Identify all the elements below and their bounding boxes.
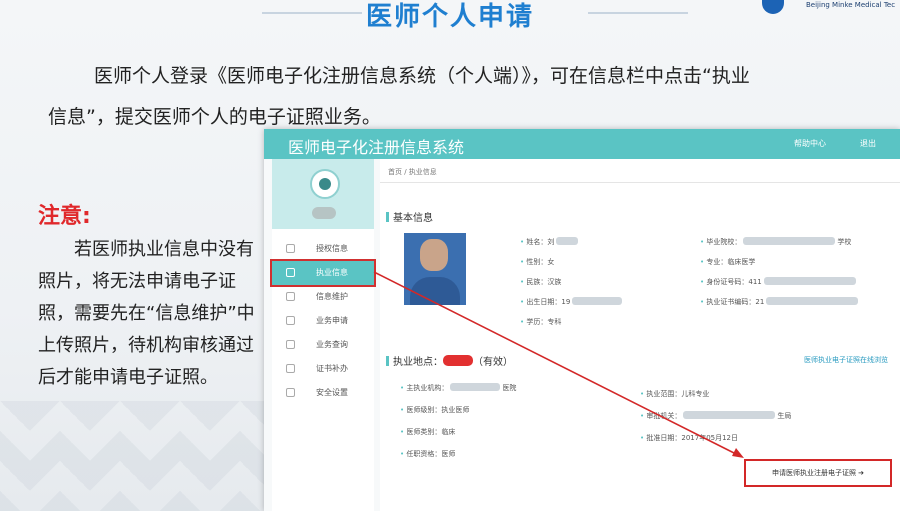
field-license-code: • 执业证书编码：21 (700, 297, 860, 307)
location-redacted (443, 355, 473, 366)
app-topbar: 医师电子化注册信息系统 帮助中心 退出 (264, 129, 900, 159)
user-icon (286, 268, 295, 277)
sidebar-item-label: 执业信息 (316, 268, 348, 277)
intro-line-1: 医师个人登录《医师电子化注册信息系统（个人端）》，可在信息栏中点击“执业 (94, 65, 750, 87)
doctor-photo (404, 233, 466, 305)
field-name: • 姓名：刘 (520, 237, 580, 247)
help-center-link[interactable]: 帮助中心 (794, 138, 826, 149)
field-school: • 毕业院校： 学校 (700, 237, 852, 246)
search-icon (286, 340, 295, 349)
practice-title: 执业地点： （有效） (386, 353, 513, 368)
sidebar-item-info-maintenance[interactable]: 信息维护 (272, 285, 374, 309)
sidebar-item-label: 业务查询 (316, 340, 348, 349)
field-approval-date: • 批准日期：2017年05月12日 (640, 434, 739, 442)
main-content: 首页 / 执业信息 基本信息 • 姓名：刘 • 性别：女 • 民族：汉族 • 出… (380, 159, 900, 511)
background-floor (0, 401, 270, 511)
logout-link[interactable]: 退出 (860, 138, 876, 149)
sidebar-item-label: 证书补办 (316, 364, 348, 373)
avatar (310, 169, 340, 199)
sidebar-item-security[interactable]: 安全设置 (272, 381, 374, 405)
sidebar-item-business-apply[interactable]: 业务申请 (272, 309, 374, 333)
field-gender: • 性别：女 (520, 258, 555, 266)
field-doctor-level: • 医师级别：执业医师 (400, 406, 470, 414)
logo-text: Beijing Minke Medical Tec (806, 1, 896, 9)
field-id-number: • 身份证号码：411 (700, 277, 858, 287)
edit-icon (286, 292, 295, 301)
intro-paragraph: 医师个人登录《医师电子化注册信息系统（个人端）》，可在信息栏中点击“执业 信息”… (48, 56, 900, 138)
sidebar-item-label: 安全设置 (316, 388, 348, 397)
field-doctor-category: • 医师类别：临床 (400, 428, 456, 436)
sidebar-item-practice-info[interactable]: 执业信息 (270, 259, 376, 287)
profile-panel (272, 159, 374, 229)
sidebar-item-label: 信息维护 (316, 292, 348, 301)
username-redacted (312, 207, 336, 219)
sidebar: 授权信息 执业信息 信息维护 业务申请 业务查询 证书补办 安全设置 (270, 159, 376, 511)
field-ethnicity: • 民族：汉族 (520, 278, 562, 286)
apply-e-certificate-button[interactable]: 申请医师执业注册电子证照 ➔ (744, 459, 892, 487)
section-bar (386, 356, 389, 366)
basic-info-title-text: 基本信息 (393, 213, 433, 224)
sidebar-item-authorization[interactable]: 授权信息 (272, 237, 374, 261)
system-title: 医师电子化注册信息系统 (288, 138, 465, 157)
field-main-institution: • 主执业机构： 医院 (400, 383, 517, 392)
field-major: • 专业：临床医学 (700, 258, 756, 266)
sidebar-item-business-query[interactable]: 业务查询 (272, 333, 374, 357)
field-practice-scope: • 执业范围：儿科专业 (640, 390, 710, 398)
logo-icon (762, 0, 784, 14)
section-bar (386, 212, 389, 222)
note-body: 若医师执业信息中没有照片，将无法申请电子证照，需要先在“信息维护”中上传照片，待… (38, 239, 255, 388)
breadcrumb: 首页 / 执业信息 (380, 159, 900, 183)
company-logo: Beijing Minke Medical Tec (762, 0, 900, 18)
form-icon (286, 316, 295, 325)
note-heading: 注意: (38, 204, 91, 229)
shield-icon (286, 388, 295, 397)
sidebar-item-label: 授权信息 (316, 244, 348, 253)
field-education: • 学历：专科 (520, 318, 562, 326)
field-approval-authority: • 审批机关： 生局 (640, 411, 792, 420)
sidebar-item-label: 业务申请 (316, 316, 348, 325)
basic-info-title: 基本信息 (386, 209, 433, 224)
sidebar-item-certificate-reissue[interactable]: 证书补办 (272, 357, 374, 381)
certificate-icon (286, 364, 295, 373)
doc-icon (286, 244, 295, 253)
view-certificate-link[interactable]: 医师执业电子证照在线浏览 (804, 355, 888, 365)
field-qualification: • 任职资格：医师 (400, 450, 456, 458)
field-birthdate: • 出生日期：19 (520, 297, 624, 307)
app-screenshot: 医师电子化注册信息系统 帮助中心 退出 授权信息 执业信息 信息维护 业务申请 … (264, 129, 900, 511)
